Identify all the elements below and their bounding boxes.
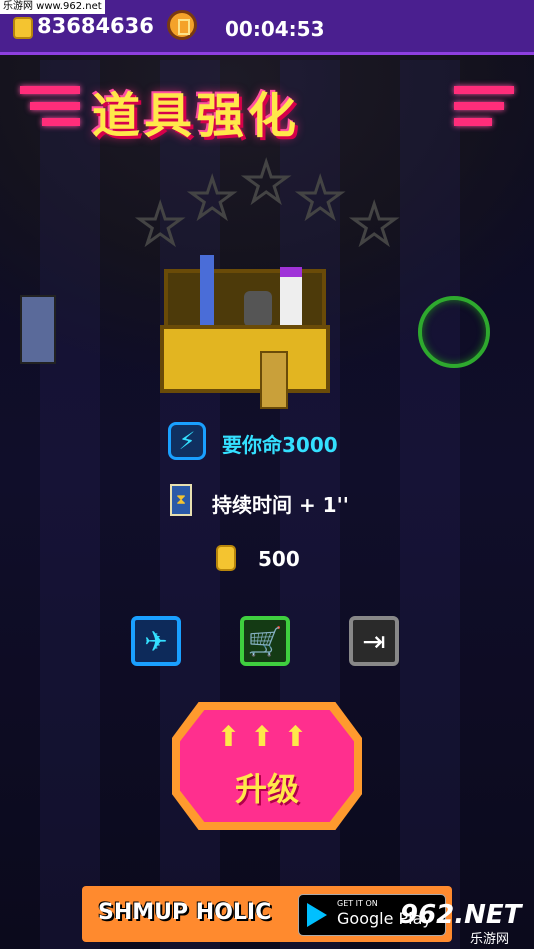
item-effect-row: ⧗ 持续时间 + 1'' [0,482,534,522]
shield-bubble [418,296,490,368]
treasure-chest [160,255,330,409]
star-empty-icon: ★ [294,167,345,230]
watermark-bottom: 962.NET 乐游网 [400,900,530,947]
star-empty-icon: ★ [240,151,291,214]
chest-strap [260,351,288,409]
title-deco-right [454,86,514,94]
ad-banner[interactable]: SHMUP HOLIC GET IT ON Google Play [82,886,452,942]
title-deco-left [20,86,80,94]
item-name: 要你命3000 [222,433,338,457]
rocket-sprite [200,255,214,325]
item-effect: 持续时间 + 1'' [212,493,349,517]
title-deco-right [454,102,504,110]
exit-icon: ⇥ [362,624,386,658]
watermark-main: 962.NET [400,900,522,930]
item-cost: 500 [258,547,300,571]
store-small-text: GET IT ON [337,899,378,908]
upgrade-arrows-icon: ⬆⬆⬆ [216,720,318,753]
play-timer: 00:04:53 [225,17,325,41]
star-empty-icon: ★ [348,193,399,256]
upgrade-button[interactable]: ⬆⬆⬆ 升级 [172,702,362,830]
upgrade-stars: ★ ★ ★ ★ ★ [0,154,534,260]
exit-button[interactable]: ⇥ [349,616,399,666]
coin-icon [13,17,33,39]
robot-sprite [244,291,272,327]
star-empty-icon: ★ [134,193,185,256]
coin-icon [216,545,236,571]
ship-upgrade-button[interactable]: ✈ [131,616,181,666]
ad-brand: SHMUP HOLIC [98,900,272,925]
shield-skull-icon: ⚡ [168,422,206,460]
gold-coin-icon[interactable] [167,10,197,40]
item-cost-row: 500 [0,540,534,580]
enemy-sprite [20,295,56,364]
hourglass-icon: ⧗ [170,484,192,516]
coin-count: 83684636 [37,14,154,38]
title-deco-left [42,118,80,126]
title-deco-right [454,118,492,126]
upgrade-button-label: 升级 [234,770,299,808]
title-banner: 道具强化 [0,72,534,144]
watermark-top: 乐游网 www.962.net [0,0,105,14]
shop-button[interactable]: 🛒 [240,616,290,666]
shop-cart-icon: 🛒 [247,624,283,658]
title-deco-left [30,102,80,110]
watermark-sub: 乐游网 [470,932,510,947]
star-empty-icon: ★ [186,167,237,230]
item-name-row: ⚡ 要你命3000 [0,422,534,462]
page-title: 道具强化 [92,88,301,144]
play-store-icon [307,903,327,927]
ship-icon: ✈ [144,624,168,658]
chest-body [160,325,330,393]
